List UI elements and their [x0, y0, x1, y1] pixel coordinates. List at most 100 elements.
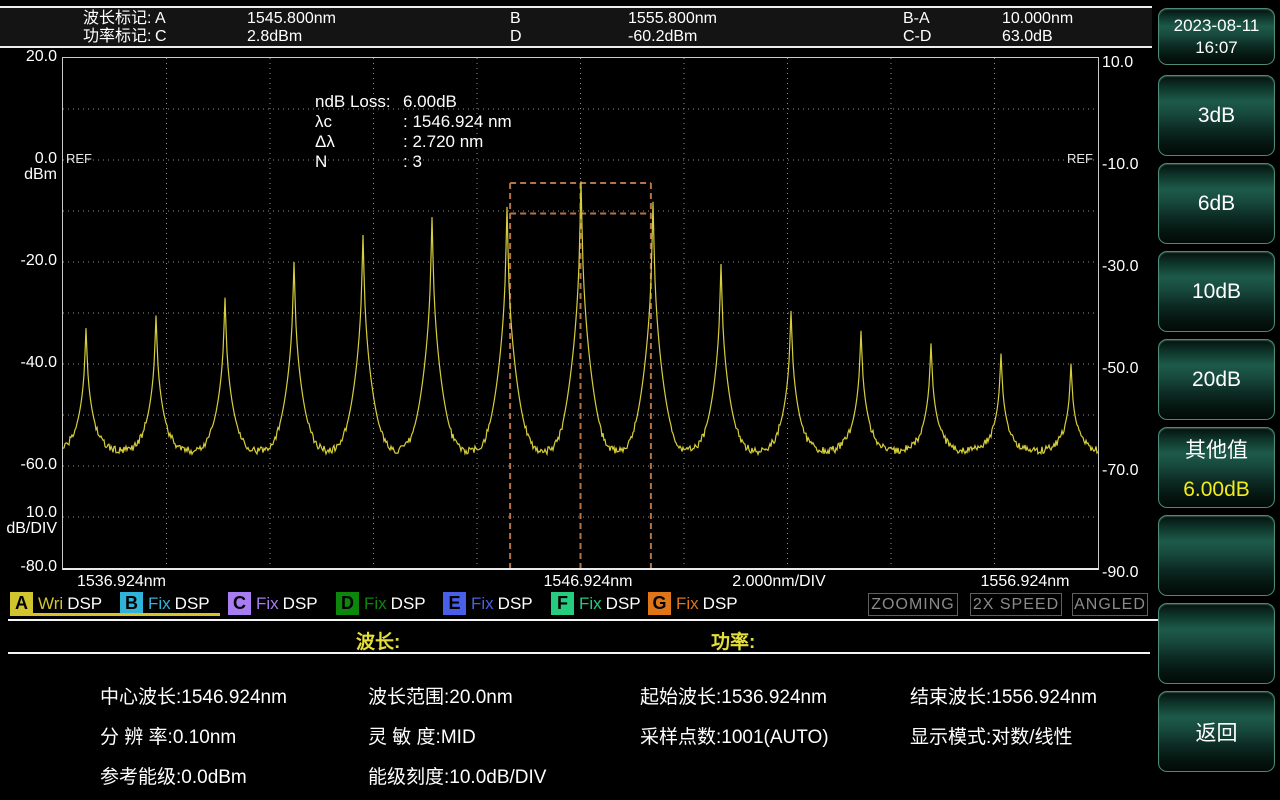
annotation-value: 6.00dB — [403, 92, 457, 111]
annotation-line: ndB Loss: 6.00dB — [315, 92, 512, 112]
trace-chip-G[interactable]: G Fix DSP — [648, 592, 738, 615]
marker-value: 10.000nm — [1002, 10, 1074, 27]
trace-chip-A[interactable]: A Wri DSP — [10, 592, 102, 615]
sidebar-button-10dB[interactable]: 10dB — [1158, 251, 1275, 332]
trace-mode-label: Fix — [471, 593, 494, 613]
trace-letter-badge: G — [648, 592, 671, 615]
annotation-key: Δλ — [315, 132, 335, 151]
sidebar-button-label: 返回 — [1195, 721, 1238, 745]
param-cell: 参考能级:0.0dBm — [100, 767, 247, 788]
param-cell: 采样点数:1001(AUTO) — [640, 727, 829, 748]
sidebar-button-value: 6.00dB — [1183, 477, 1250, 501]
trace-letter-badge: A — [10, 592, 33, 615]
sidebar-button-20dB[interactable]: 20dB — [1158, 339, 1275, 420]
annotation-line: λc : 1546.924 nm — [315, 112, 512, 132]
x-label-per-div: 2.000nm/DIV — [732, 573, 826, 590]
y-axis-tick-left: -60.0 — [20, 456, 57, 473]
date-text: 2023-08-11 — [1173, 15, 1260, 35]
sidebar-button-blank-5[interactable] — [1158, 515, 1275, 596]
marker-key: B-A — [903, 10, 930, 27]
sidebar-button-label: 20dB — [1191, 367, 1242, 391]
param-cell: 中心波长:1546.924nm — [100, 687, 287, 708]
sidebar-button-其他值[interactable]: 其他值 6.00dB — [1158, 427, 1275, 508]
marker-value: 63.0dB — [1002, 28, 1053, 45]
y-axis-tick-left: -20.0 — [20, 252, 57, 269]
marker-row: 功率标记: C 2.8dBm D -60.2dBm C-D 63.0dB — [0, 28, 1152, 46]
spectrum-plot — [63, 58, 1098, 568]
annotation-line: Δλ : 2.720 nm — [315, 132, 512, 152]
param-cell: 显示模式:对数/线性 — [910, 727, 1073, 748]
marker-key: B — [510, 10, 521, 27]
trace-mode-label: Fix — [256, 593, 279, 613]
marker-readout-bar: 波长标记: A 1545.800nm B 1555.800nm B-A 10.000nm 功率… — [0, 6, 1152, 48]
trace-proc-label: DSP — [390, 593, 426, 613]
param-cell: 能级刻度:10.0dB/DIV — [368, 767, 547, 788]
y-axis-unit-left: dBm — [24, 166, 57, 183]
x-label-start: 1536.924nm — [77, 573, 166, 590]
trace-mode-label: Wri — [38, 593, 64, 613]
x-label-end: 1556.924nm — [980, 573, 1070, 590]
marker-value: 2.8dBm — [247, 28, 303, 45]
sidebar-button-label: 6dB — [1197, 191, 1236, 215]
y-axis-tick-left: -40.0 — [20, 354, 57, 371]
marker-row-label: 功率标记: — [83, 28, 152, 45]
param-cell: 分 辨 率:0.10nm — [100, 727, 237, 748]
sidebar-button-6dB[interactable]: 6dB — [1158, 163, 1275, 244]
trace-proc-label: DSP — [497, 593, 533, 613]
sidebar-button-label: 其他值 — [1185, 438, 1248, 462]
y-axis-tick-right: -90.0 — [1102, 564, 1139, 581]
marker-value: 1545.800nm — [247, 10, 336, 27]
trace-proc-label: DSP — [282, 593, 318, 613]
trace-proc-label: DSP — [67, 593, 103, 613]
status-flag-zooming: ZOOMING — [868, 593, 958, 616]
y-axis-tick-right: -30.0 — [1102, 258, 1139, 275]
wavelength-section-label: 波长: — [356, 632, 401, 653]
trace-letter-badge: F — [551, 592, 574, 615]
y-axis-tick-right: -70.0 — [1102, 462, 1139, 479]
marker-key: C-D — [903, 28, 932, 45]
annotation-line: N : 3 — [315, 152, 512, 172]
sidebar-button-3dB[interactable]: 3dB — [1158, 75, 1275, 156]
trace-letter-badge: E — [443, 592, 466, 615]
annotation-key: λc — [315, 112, 332, 131]
param-cell: 波长范围:20.0nm — [368, 687, 513, 708]
y-scale-unit: dB/DIV — [6, 520, 57, 537]
marker-row: 波长标记: A 1545.800nm B 1555.800nm B-A 10.000nm — [0, 10, 1152, 28]
datetime-button[interactable]: 2023-08-11 16:07 — [1158, 8, 1275, 65]
param-cell: 起始波长:1536.924nm — [640, 687, 827, 708]
trace-proc-label: DSP — [174, 593, 210, 613]
power-section-label: 功率: — [711, 632, 756, 653]
sidebar-button-label: 3dB — [1197, 103, 1236, 127]
ref-label-right: REF — [1067, 151, 1093, 166]
separator-line — [8, 619, 1256, 621]
ref-label-left: REF — [66, 151, 92, 166]
y-axis-tick-left: -80.0 — [20, 558, 57, 575]
status-flag-angled: ANGLED — [1072, 593, 1148, 616]
marker-key: A — [155, 10, 166, 27]
marker-row-label: 波长标记: — [83, 10, 152, 27]
status-flag-2x-speed: 2X SPEED — [970, 593, 1062, 616]
sidebar-button-label: 10dB — [1191, 279, 1242, 303]
trace-letter-badge: D — [336, 592, 359, 615]
trace-chip-E[interactable]: E Fix DSP — [443, 592, 533, 615]
trace-chip-C[interactable]: C Fix DSP — [228, 592, 318, 615]
annotation-value: : 2.720 nm — [403, 132, 484, 151]
y-axis-tick-right: -10.0 — [1102, 156, 1139, 173]
annotation-value: : 1546.924 nm — [403, 112, 512, 131]
trace-proc-label: DSP — [605, 593, 641, 613]
spectrum-chart-area[interactable] — [62, 57, 1099, 570]
trace-proc-label: DSP — [702, 593, 738, 613]
separator-line — [8, 652, 1150, 654]
sidebar-button-返回[interactable]: 返回 — [1158, 691, 1275, 772]
annotation-key: ndB Loss: — [315, 92, 391, 111]
annotation-key: N — [315, 152, 328, 171]
y-scale-value: 10.0 — [25, 504, 57, 521]
trace-chip-B[interactable]: B Fix DSP — [120, 592, 210, 615]
x-label-center: 1546.924nm — [543, 573, 633, 590]
trace-chip-D[interactable]: D Fix DSP — [336, 592, 426, 615]
trace-mode-label: Fix — [579, 593, 602, 613]
annotation-value: : 3 — [403, 152, 422, 171]
trace-chip-F[interactable]: F Fix DSP — [551, 592, 641, 615]
sidebar-button-blank-6[interactable] — [1158, 603, 1275, 684]
trace-mode-label: Fix — [148, 593, 171, 613]
